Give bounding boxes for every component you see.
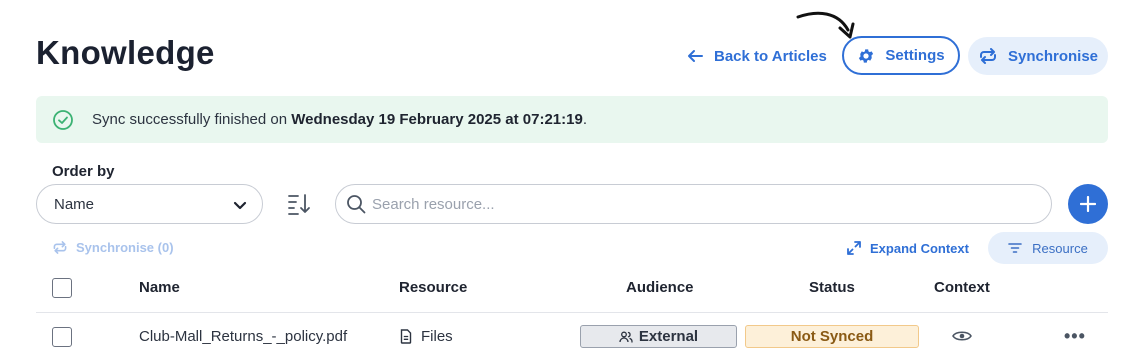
page-title: Knowledge (36, 34, 215, 71)
row-resource: Files (400, 328, 453, 345)
status-badge: Not Synced (745, 325, 919, 348)
filter-icon (1008, 243, 1022, 253)
banner-suffix: . (582, 111, 587, 128)
annotation-arrow-icon (796, 11, 855, 39)
table-header-divider (36, 312, 1108, 313)
expand-context-button[interactable]: Expand Context (846, 240, 969, 256)
column-header-status[interactable]: Status (809, 279, 855, 296)
expand-context-label: Expand Context (870, 240, 969, 256)
order-by-value: Name (54, 195, 95, 213)
banner-date: Wednesday 19 February 2025 at 07:21:19 (291, 111, 583, 128)
sync-success-banner: Sync successfully finished on Wednesday … (36, 96, 1108, 143)
search-field[interactable] (335, 184, 1052, 224)
audience-label: External (638, 328, 699, 345)
sync-icon (53, 241, 67, 254)
check-circle-icon (53, 109, 73, 130)
chevron-down-icon (233, 201, 247, 210)
row-checkbox[interactable] (52, 327, 72, 347)
plus-icon (1080, 196, 1096, 212)
column-header-audience[interactable]: Audience (626, 279, 694, 296)
resource-filter-button[interactable]: Resource (988, 232, 1108, 264)
search-icon (347, 195, 366, 214)
gear-icon (859, 48, 874, 63)
column-header-resource[interactable]: Resource (399, 279, 467, 296)
order-by-select[interactable]: Name (36, 184, 263, 224)
arrow-left-icon (688, 50, 703, 62)
column-header-name[interactable]: Name (139, 279, 180, 296)
settings-label: Settings (885, 47, 945, 64)
resource-filter-label: Resource (1032, 240, 1088, 256)
back-to-articles-label: Back to Articles (714, 47, 827, 65)
synchronise-button[interactable]: Synchronise (968, 37, 1108, 75)
search-input[interactable] (372, 195, 1012, 213)
row-more-actions-button[interactable]: ••• (1064, 326, 1086, 347)
select-all-checkbox[interactable] (52, 278, 72, 298)
users-icon (619, 331, 633, 343)
expand-icon (847, 241, 861, 255)
settings-button[interactable]: Settings (842, 36, 960, 75)
column-header-context[interactable]: Context (934, 279, 990, 296)
row-resource-label: Files (421, 328, 453, 345)
synchronise-label: Synchronise (1007, 47, 1099, 65)
back-to-articles-link[interactable]: Back to Articles (686, 46, 827, 66)
synchronise-selected-button[interactable]: Synchronise (0) (52, 240, 174, 255)
add-resource-button[interactable] (1068, 184, 1108, 224)
sync-icon (979, 48, 996, 64)
eye-icon[interactable] (952, 329, 972, 343)
sort-direction-icon[interactable] (286, 191, 312, 217)
banner-prefix: Sync successfully finished on (92, 111, 292, 128)
file-icon (400, 329, 412, 344)
audience-badge: External (580, 325, 737, 348)
row-name[interactable]: Club-Mall_Returns_-_policy.pdf (139, 328, 347, 345)
order-by-label: Order by (52, 163, 115, 180)
synchronise-selected-label: Synchronise (0) (76, 240, 174, 255)
